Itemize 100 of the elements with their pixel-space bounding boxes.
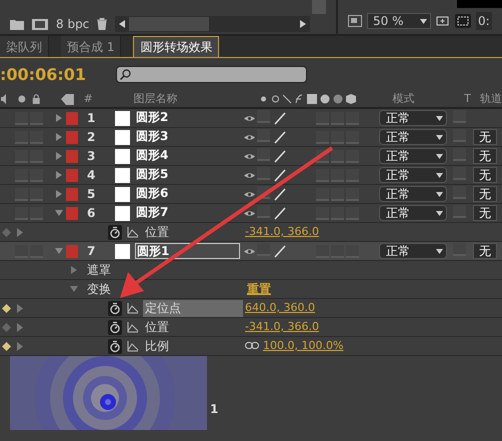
track-button[interactable]: 无 (473, 243, 497, 259)
slash-icon[interactable] (274, 130, 286, 144)
label-color-swatch[interactable] (66, 150, 78, 162)
switch-box[interactable] (30, 168, 43, 182)
property-value[interactable]: 640.0, 360.0 (245, 300, 315, 316)
switch-box[interactable] (15, 206, 28, 220)
eye-icon[interactable] (244, 190, 255, 198)
expand-right-icon[interactable] (55, 190, 63, 198)
switch-box[interactable] (316, 206, 329, 220)
expand-right-icon[interactable] (70, 266, 78, 274)
stopwatch-icon[interactable] (108, 338, 122, 354)
property-row[interactable]: 比例 100.0, 100.0% (0, 337, 502, 356)
switch-box[interactable] (30, 188, 43, 200)
switch-box[interactable] (331, 168, 344, 182)
tab[interactable]: 圆形转场效果 (133, 36, 220, 57)
slash-icon[interactable] (283, 93, 292, 105)
slash-icon[interactable] (274, 150, 286, 162)
eye-icon[interactable] (244, 248, 255, 254)
switch-box[interactable] (15, 150, 28, 162)
audio-video-switches-icon[interactable] (1, 94, 41, 104)
layer-name[interactable]: 圆形3 (135, 129, 240, 145)
switch-box[interactable] (346, 112, 359, 124)
slash-icon[interactable] (274, 244, 286, 258)
switch-box[interactable] (331, 130, 344, 144)
slash-icon[interactable] (274, 168, 286, 182)
property-row[interactable]: 位置 -341.0, 366.0 (0, 318, 502, 337)
t-box[interactable] (453, 186, 466, 199)
layer-name[interactable]: 圆形5 (135, 167, 240, 183)
mode-dropdown[interactable]: 正常 (379, 167, 447, 183)
label-color-swatch[interactable] (66, 112, 78, 124)
slash-icon[interactable] (274, 188, 286, 200)
region-icon[interactable] (348, 15, 362, 27)
t-box[interactable] (453, 129, 466, 142)
expand-right-icon[interactable] (55, 152, 63, 160)
keyframe-diamond-icon[interactable] (2, 342, 11, 350)
layer-row[interactable]: 5 圆形6 正常 无 (0, 185, 502, 204)
expand-right-icon[interactable] (17, 228, 23, 236)
property-name[interactable]: 定位点 (143, 300, 243, 316)
stopwatch-icon[interactable] (108, 224, 122, 240)
expand-right-icon[interactable] (55, 171, 63, 179)
t-box[interactable] (453, 167, 466, 180)
switch-box[interactable] (316, 188, 329, 200)
label-color-swatch[interactable] (66, 130, 78, 144)
switch-box[interactable] (30, 150, 43, 162)
switch-box[interactable] (346, 130, 359, 144)
expand-down-icon[interactable] (70, 285, 78, 293)
expand-right-icon[interactable] (55, 133, 63, 141)
label-color-swatch[interactable] (66, 188, 78, 200)
graph-icon[interactable] (127, 322, 139, 332)
eye-icon[interactable] (244, 152, 255, 160)
switch-box[interactable] (331, 188, 344, 200)
switch-box[interactable] (30, 206, 43, 220)
zoom-dropdown[interactable]: 50 % (367, 13, 431, 29)
layer-row[interactable]: 1 圆形2 正常 (0, 109, 502, 128)
layer-row[interactable]: 6 圆形7 正常 无 (0, 204, 502, 223)
expand-down-icon[interactable] (55, 247, 63, 255)
timecode[interactable]: :00:06:01 (0, 62, 86, 86)
t-box[interactable] (453, 110, 466, 123)
mode-dropdown[interactable]: 正常 (379, 110, 447, 126)
switch-box[interactable] (15, 188, 28, 200)
search-field[interactable] (116, 66, 307, 83)
slash-icon[interactable] (274, 112, 286, 124)
reset-link[interactable]: 重置 (247, 280, 271, 298)
stopwatch-icon[interactable] (108, 300, 122, 316)
switch-box[interactable] (331, 112, 344, 124)
t-box[interactable] (453, 148, 466, 161)
switch-box[interactable] (257, 167, 270, 180)
mode-dropdown[interactable]: 正常 (379, 205, 447, 221)
t-box[interactable] (453, 205, 466, 218)
time-display[interactable]: 0: (476, 12, 492, 30)
track-button[interactable]: 无 (473, 148, 497, 164)
layer-row[interactable]: 2 圆形3 正常 无 (0, 128, 502, 147)
stopwatch-icon[interactable] (108, 320, 122, 334)
layer-name[interactable]: 圆形6 (135, 186, 240, 202)
tab[interactable]: 染队列 (0, 36, 49, 57)
switch-box[interactable] (15, 130, 28, 144)
property-name[interactable]: 位置 (143, 318, 243, 336)
mask-icon[interactable] (455, 14, 471, 28)
eye-icon[interactable] (244, 210, 255, 216)
expand-right-icon[interactable] (55, 114, 63, 122)
expand-right-icon[interactable] (17, 342, 23, 350)
layer-name[interactable]: 圆形4 (135, 148, 240, 164)
property-row[interactable]: 定位点 640.0, 360.0 (0, 299, 502, 318)
switch-box[interactable] (15, 112, 28, 124)
expand-right-icon[interactable] (17, 304, 23, 312)
link-icon[interactable] (245, 342, 259, 350)
switch-box[interactable] (346, 168, 359, 182)
switch-box[interactable] (346, 206, 359, 220)
horizontal-scrollbar[interactable] (115, 16, 310, 32)
keyframe-diamond-icon[interactable] (2, 304, 11, 312)
switch-box[interactable] (316, 112, 329, 124)
switch-box[interactable] (30, 130, 43, 144)
property-name[interactable]: 位置 (143, 224, 243, 240)
group-row[interactable]: 遮罩 (0, 261, 502, 280)
track-button[interactable]: 无 (473, 205, 497, 221)
switch-box[interactable] (15, 168, 28, 182)
switch-box[interactable] (316, 130, 329, 144)
property-name[interactable]: 比例 (143, 338, 243, 354)
grid-icon[interactable] (436, 15, 450, 27)
expand-right-icon[interactable] (17, 322, 23, 332)
